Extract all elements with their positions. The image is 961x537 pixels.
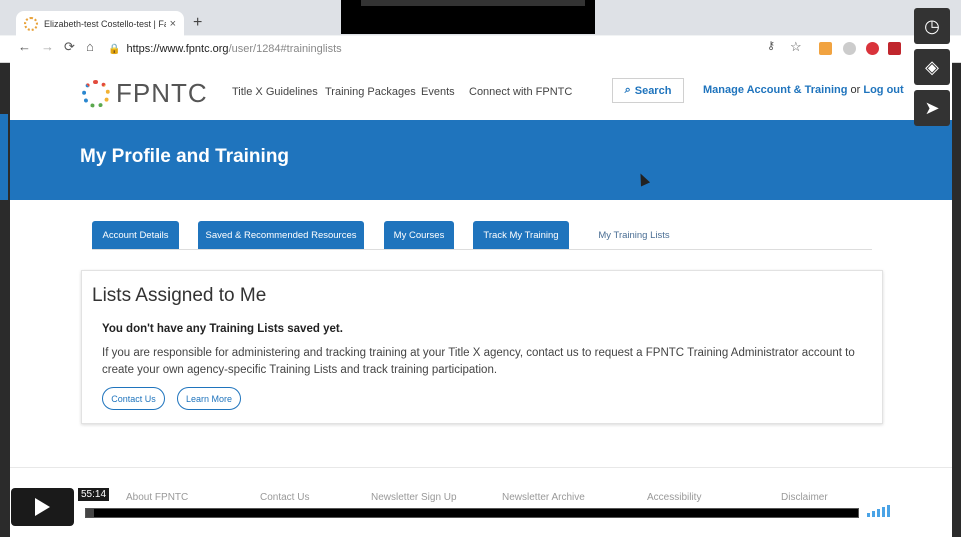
progress-bar[interactable]	[85, 508, 859, 518]
extension-red-icon[interactable]	[866, 42, 879, 55]
volume-icon[interactable]	[867, 505, 890, 517]
tab-my-courses[interactable]: My Courses	[384, 221, 454, 249]
url-path: /user/1284#traininglists	[228, 43, 342, 55]
fpntc-favicon-icon	[24, 17, 38, 31]
search-label: Search	[634, 84, 672, 97]
tab-my-training-lists[interactable]: My Training Lists	[588, 221, 680, 249]
footer-divider	[10, 467, 952, 468]
nav-title-x-guidelines[interactable]: Title X Guidelines	[232, 86, 318, 98]
search-button[interactable]: ⌕ Search	[612, 78, 684, 103]
key-icon[interactable]: ⚷	[767, 39, 775, 52]
contact-us-button[interactable]: Contact Us	[102, 387, 165, 410]
browser-tab[interactable]: Elizabeth-test Costello-test | Fam ×	[16, 11, 184, 37]
address-bar[interactable]: 🔒 https://www.fpntc.org /user/1284#train…	[108, 39, 758, 59]
close-tab-icon[interactable]: ×	[170, 18, 176, 30]
overlay-bar	[361, 0, 585, 6]
card-heading: Lists Assigned to Me	[92, 285, 267, 306]
tab-saved-resources[interactable]: Saved & Recommended Resources	[198, 221, 364, 249]
tab-account-details[interactable]: Account Details	[92, 221, 179, 249]
settings-gear-icon[interactable]: ⚙	[902, 502, 915, 519]
reload-icon[interactable]: ⟳	[64, 39, 75, 55]
tab-title: Elizabeth-test Costello-test | Fam	[44, 19, 166, 29]
play-button[interactable]	[11, 488, 74, 526]
new-tab-icon[interactable]: +	[193, 14, 202, 32]
profile-banner: My Profile and Training	[10, 120, 952, 200]
bookmark-star-icon[interactable]: ☆	[790, 39, 802, 55]
search-icon: ⌕	[624, 84, 631, 96]
page-title: My Profile and Training	[80, 146, 290, 167]
home-icon[interactable]: ⌂	[86, 39, 94, 54]
browser-chrome: Elizabeth-test Costello-test | Fam × + ←…	[0, 0, 961, 63]
site-header: FPNTC Title X Guidelines Training Packag…	[10, 62, 952, 120]
or-text: or	[850, 84, 861, 96]
video-player-controls: 55:14 ⚙ ⤢	[0, 488, 961, 537]
collections-layers-icon[interactable]: ◈	[914, 49, 950, 85]
watch-later-clock-icon[interactable]: ◷	[914, 8, 950, 44]
account-links: Manage Account & Training or Log out	[703, 84, 904, 96]
coupon-extension-icon[interactable]	[819, 42, 832, 55]
logout-link[interactable]: Log out	[863, 84, 903, 96]
tab-track-my-training[interactable]: Track My Training	[473, 221, 569, 249]
pdf-extension-icon[interactable]	[888, 42, 901, 55]
fpntc-logo[interactable]: FPNTC	[82, 78, 208, 109]
fullscreen-icon[interactable]: ⤢	[927, 502, 938, 519]
nav-events[interactable]: Events	[421, 86, 455, 98]
profile-tabs: Account Details Saved & Recommended Reso…	[92, 221, 872, 250]
nav-training-packages[interactable]: Training Packages	[325, 86, 416, 98]
progress-fill	[86, 509, 94, 517]
manage-account-link[interactable]: Manage Account & Training	[703, 84, 847, 96]
logo-text: FPNTC	[116, 78, 208, 108]
screen-recording-overlay	[341, 0, 595, 34]
playback-timestamp: 55:14	[78, 488, 110, 501]
back-icon[interactable]: ←	[18, 39, 31, 54]
empty-message: You don't have any Training Lists saved …	[102, 323, 343, 335]
url-domain: https://www.fpntc.org	[126, 43, 229, 55]
logo-ring-icon	[82, 79, 110, 108]
browser-nav-row: ← → ⟳ ⌂ 🔒 https://www.fpntc.org /user/12…	[0, 36, 961, 62]
learn-more-button[interactable]: Learn More	[177, 387, 241, 410]
lists-card: Lists Assigned to Me You don't have any …	[81, 270, 883, 424]
left-accent-strip	[0, 114, 8, 200]
play-icon	[35, 498, 50, 516]
share-paper-plane-icon[interactable]: ➤	[914, 90, 950, 126]
web-page: FPNTC Title X Guidelines Training Packag…	[10, 62, 952, 537]
card-body-text: If you are responsible for administering…	[102, 347, 855, 376]
nav-connect[interactable]: Connect with FPNTC	[469, 86, 572, 98]
extension-circle-icon[interactable]	[843, 42, 856, 55]
forward-icon[interactable]: →	[41, 39, 54, 54]
lock-icon: 🔒	[108, 43, 121, 55]
